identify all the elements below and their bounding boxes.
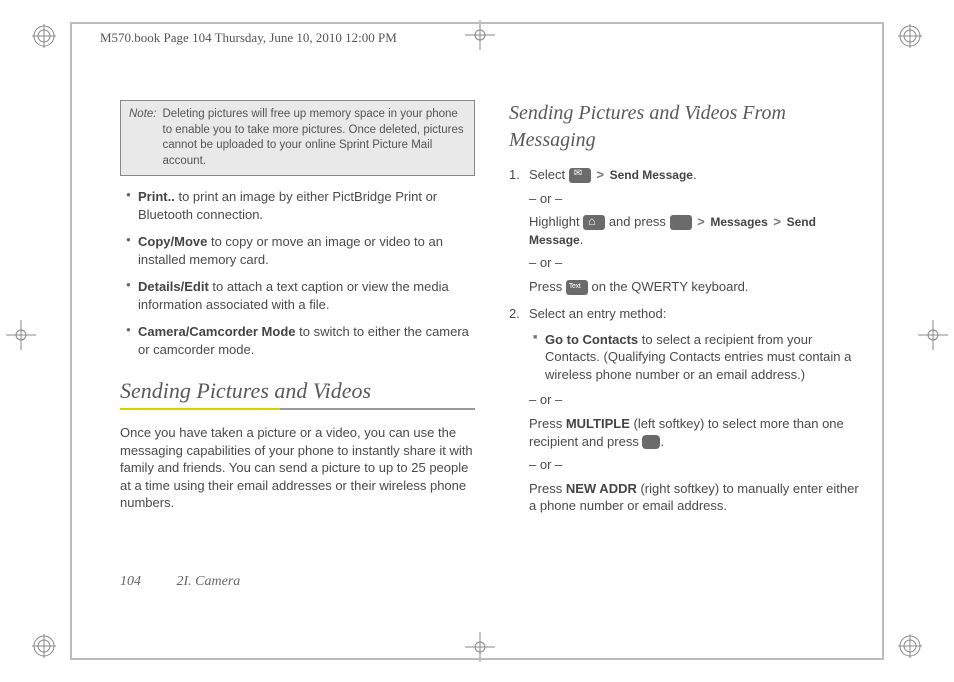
left-column: Note: Deleting pictures will free up mem… [120,100,475,602]
gt-icon: > [697,214,705,229]
step-2-sub-bullet: Go to Contacts to select a recipient fro… [533,331,864,384]
crosshair-icon [918,320,948,350]
step-alt-1: Highlight and press > Messages > Send Me… [529,213,864,248]
crop-line [882,22,884,660]
options-bullet-list: Print.. to print an image by either Pict… [120,188,475,358]
go-to-contacts-lead: Go to Contacts [545,332,638,347]
period: . [693,167,697,182]
note-box: Note: Deleting pictures will free up mem… [120,100,475,176]
multiple-para: Press MULTIPLE (left softkey) to select … [529,415,864,450]
list-item: Details/Edit to attach a text caption or… [126,278,475,313]
bullet-lead: Camera/Camcorder Mode [138,324,296,339]
section-body: Once you have taken a picture or a video… [120,424,475,512]
steps-list: Select > Send Message. – or – Highlight … [509,166,864,515]
section-title-from-messaging: Sending Pictures and Videos From Messagi… [509,100,864,154]
gt-icon: > [596,167,604,182]
note-label: Note: [129,107,157,169]
or-separator: – or – [529,254,864,272]
gt-icon: > [773,214,781,229]
text-key-icon [566,280,588,295]
section-title-sending: Sending Pictures and Videos [120,376,475,406]
ok-key-icon [670,215,692,230]
bullet-lead: Print.. [138,189,175,204]
press-word: Press [529,481,566,496]
multiple-label: MULTIPLE [566,416,630,431]
registration-mark-icon [32,634,56,658]
or-separator: – or – [529,190,864,208]
crosshair-icon [465,20,495,50]
step-alt-2: Press on the QWERTY keyboard. [529,278,864,296]
newaddr-label: NEW ADDR [566,481,637,496]
step-2: Select an entry method: Go to Contacts t… [509,305,864,514]
footer-section: 2I. Camera [177,574,241,589]
title-underline [120,408,475,410]
or-separator: – or – [529,391,864,409]
crop-line [70,22,72,660]
or-separator: – or – [529,456,864,474]
list-item: Camera/Camcorder Mode to switch to eithe… [126,323,475,358]
bullet-lead: Copy/Move [138,234,207,249]
crop-line [70,658,884,660]
softkey-icon [642,435,660,449]
highlight-word: Highlight [529,214,583,229]
menu-messages: Messages [710,215,767,229]
messaging-key-icon [569,168,591,183]
step-1: Select > Send Message. – or – Highlight … [509,166,864,295]
list-item: Print.. to print an image by either Pict… [126,188,475,223]
newaddr-para: Press NEW ADDR (right softkey) to manual… [529,480,864,515]
registration-mark-icon [898,24,922,48]
bullet-lead: Details/Edit [138,279,209,294]
home-key-icon [583,215,605,230]
menu-send-message: Send Message [610,168,693,182]
page-content: Note: Deleting pictures will free up mem… [120,100,864,602]
crosshair-icon [6,320,36,350]
press-word: Press [529,416,566,431]
list-item: Copy/Move to copy or move an image or vi… [126,233,475,268]
page-footer: 104 2I. Camera [120,574,240,590]
note-text: Deleting pictures will free up memory sp… [163,107,467,169]
step-2-head: Select an entry method: [529,306,666,321]
right-column: Sending Pictures and Videos From Messagi… [509,100,864,602]
registration-mark-icon [32,24,56,48]
registration-mark-icon [898,634,922,658]
qwerty-tail: on the QWERTY keyboard. [591,279,748,294]
page-meta-header: M570.book Page 104 Thursday, June 10, 20… [100,30,397,46]
press-word: Press [529,279,566,294]
page-number: 104 [120,574,141,589]
and-press-word: and press [609,214,670,229]
bullet-rest: to print an image by either PictBridge P… [138,189,437,222]
multiple-end: . [660,434,664,449]
crop-line [70,22,884,24]
period: . [580,232,584,247]
step-text: Select [529,167,569,182]
